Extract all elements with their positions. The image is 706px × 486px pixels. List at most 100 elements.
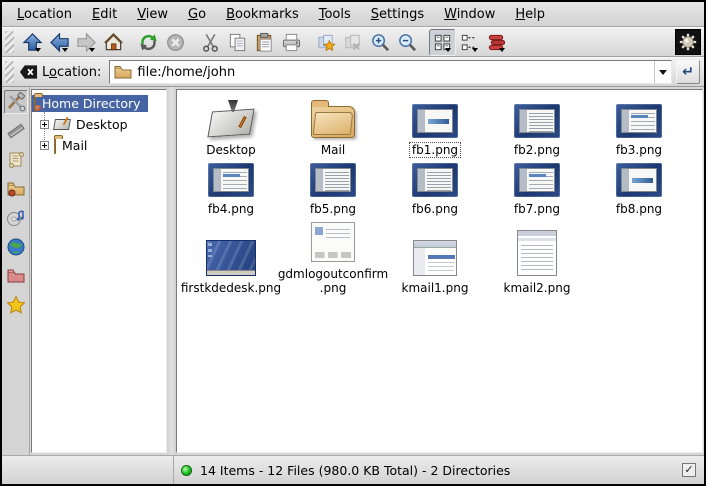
file-item[interactable]: Desktop — [180, 98, 282, 161]
sidebar-history-button[interactable] — [4, 148, 28, 172]
icon-size-decrease-icon — [343, 32, 364, 53]
location-dropdown-arrow[interactable] — [654, 61, 671, 83]
detailed-list-view-button[interactable] — [483, 29, 510, 56]
reload-button[interactable] — [135, 29, 162, 56]
back-button[interactable] — [46, 29, 73, 56]
file-grid-row: fb4.png fb5.png fb6.png fb7.png fb8.png — [180, 161, 702, 220]
file-icon — [310, 163, 356, 197]
file-item[interactable]: fb4.png — [180, 161, 282, 220]
active-view-checkbox-icon[interactable]: ✓ — [682, 463, 696, 477]
sidebar-configure-button[interactable] — [4, 90, 28, 114]
print-button[interactable] — [278, 29, 305, 56]
home-icon — [103, 32, 124, 53]
stop-button[interactable] — [162, 29, 189, 56]
file-item[interactable]: fb7.png — [486, 161, 588, 220]
file-label: gdmlogoutconfirm .png — [275, 266, 391, 296]
file-item[interactable]: kmail1.png — [384, 238, 486, 299]
konqueror-gear-icon[interactable] — [675, 29, 701, 55]
tree-expander-icon[interactable] — [40, 120, 49, 129]
root-folder-icon — [6, 266, 26, 286]
clear-location-icon[interactable] — [19, 64, 38, 80]
file-icon — [413, 240, 457, 276]
tree-item-label: Home Directory — [39, 95, 144, 112]
forward-button[interactable] — [73, 29, 100, 56]
location-toolbar-drag-handle[interactable] — [5, 61, 14, 83]
file-item[interactable]: fb1.png — [384, 102, 486, 161]
menubar: LocationEditViewGoBookmarksToolsSettings… — [2, 2, 704, 27]
home-button[interactable] — [100, 29, 127, 56]
icon-view-button[interactable] — [429, 29, 456, 56]
file-item[interactable]: Mail — [282, 104, 384, 161]
paste-button[interactable] — [251, 29, 278, 56]
location-input[interactable]: file:/home/john — [137, 65, 654, 80]
file-label: kmail2.png — [501, 280, 574, 296]
copy-button[interactable] — [224, 29, 251, 56]
copy-icon — [227, 32, 248, 53]
tree-expander-icon[interactable] — [40, 141, 49, 150]
panel-splitter[interactable] — [167, 87, 176, 455]
file-item[interactable]: kmail2.png — [486, 228, 588, 299]
sidebar-bookmarks-button[interactable] — [4, 293, 28, 317]
menu-go[interactable]: Go — [179, 5, 215, 24]
file-icon — [412, 163, 458, 197]
sidebar-home-button[interactable] — [4, 177, 28, 201]
tree-view-button[interactable] — [456, 29, 483, 56]
folder-tree-panel: Home Directory Desktop Mail — [31, 89, 167, 453]
services-media-icon — [6, 208, 26, 228]
file-grid-row: firstkdedesk.png gdmlogoutconfirm .png k… — [180, 220, 702, 299]
menu-tools[interactable]: Tools — [310, 5, 360, 24]
file-item[interactable]: fb8.png — [588, 161, 690, 220]
up-button[interactable] — [19, 29, 46, 56]
file-icon — [412, 104, 458, 138]
file-icon — [616, 104, 662, 138]
file-label: Desktop — [203, 142, 259, 158]
tree-item-home-directory[interactable]: Home Directory — [32, 93, 166, 114]
toolbar-drag-handle[interactable] — [5, 31, 14, 53]
file-label: kmail1.png — [399, 280, 472, 296]
up-arrow-icon — [22, 32, 43, 53]
menu-bookmarks[interactable]: Bookmarks — [217, 5, 308, 24]
location-combobox[interactable]: file:/home/john — [109, 60, 672, 84]
stop-icon — [165, 32, 186, 53]
icon-size-increase-button[interactable] — [313, 29, 340, 56]
menu-edit[interactable]: Edit — [83, 5, 126, 24]
tree-item-desktop[interactable]: Desktop — [39, 114, 166, 135]
statusbar: 14 Items - 12 Files (980.0 KB Total) - 2… — [2, 455, 704, 484]
tree-item-label: Mail — [59, 137, 90, 154]
file-icon — [311, 106, 355, 138]
status-led-icon — [181, 465, 192, 476]
sidebar-services-button[interactable] — [4, 206, 28, 230]
network-globe-icon — [6, 237, 26, 257]
zoom-in-button[interactable] — [367, 29, 394, 56]
file-item[interactable]: gdmlogoutconfirm .png — [282, 220, 384, 299]
file-icon — [208, 163, 254, 197]
file-label: Mail — [318, 142, 348, 158]
menu-settings[interactable]: Settings — [362, 5, 433, 24]
file-label: fb5.png — [307, 201, 359, 217]
menu-location[interactable]: Location — [8, 5, 81, 24]
file-icon — [208, 100, 254, 138]
file-item[interactable]: fb3.png — [588, 102, 690, 161]
location-toolbar: Location: file:/home/john ↵ — [2, 57, 704, 87]
go-button[interactable]: ↵ — [676, 60, 700, 84]
file-icon — [514, 163, 560, 197]
file-item[interactable]: fb5.png — [282, 161, 384, 220]
menu-view[interactable]: View — [128, 5, 177, 24]
file-label: fb3.png — [613, 142, 665, 158]
sidebar-root-button[interactable] — [4, 264, 28, 288]
cut-button[interactable] — [197, 29, 224, 56]
tree-item-mail[interactable]: Mail — [39, 135, 166, 156]
sidebar-network-button[interactable] — [4, 235, 28, 259]
menu-window[interactable]: Window — [435, 5, 504, 24]
file-item[interactable]: firstkdedesk.png — [180, 238, 282, 299]
history-scroll-icon — [6, 150, 26, 170]
icon-size-decrease-button[interactable] — [340, 29, 367, 56]
file-item[interactable]: fb6.png — [384, 161, 486, 220]
file-icon — [311, 222, 355, 262]
file-item[interactable]: fb2.png — [486, 102, 588, 161]
file-label: fb4.png — [205, 201, 257, 217]
reload-icon — [138, 32, 159, 53]
menu-help[interactable]: Help — [506, 5, 554, 24]
sidebar-devices-button[interactable] — [4, 119, 28, 143]
zoom-out-button[interactable] — [394, 29, 421, 56]
